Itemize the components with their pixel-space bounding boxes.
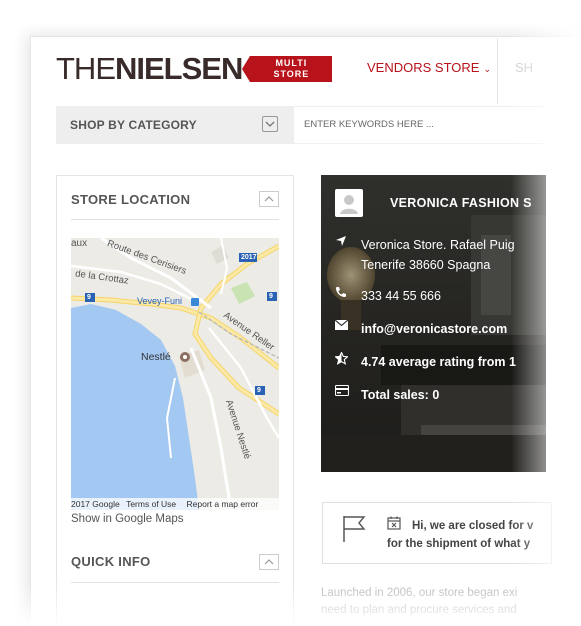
quick-info-title: QUICK INFO [71,554,151,569]
store-email-link[interactable]: info@veronicastore.com [361,319,507,339]
map-road-9a: 9 [87,294,91,301]
shop-by-category-label: SHOP BY CATEGORY [70,118,197,132]
logo-badge-line1: MULTI [275,58,308,68]
chevron-down-icon: ⌄ [483,64,491,74]
calendar-close-icon [387,516,401,535]
store-phone: 333 44 55 666 [335,286,441,306]
logo-thin-text: THE [56,51,116,86]
map-label-aux: aux [71,238,88,249]
shop-by-category[interactable]: SHOP BY CATEGORY [56,106,294,144]
store-avatar [335,189,363,217]
map-copyright: 2017 Google [71,499,120,509]
nav-shop[interactable]: SH [515,60,533,75]
nav-vendors-store[interactable]: VENDORS STORE ⌄ [367,60,491,75]
vacation-notice-line2: for the shipment of what y [387,538,531,550]
store-description: Launched in 2006, our store began exi ne… [321,585,551,619]
flag-icon [342,515,368,548]
store-email[interactable]: info@veronicastore.com [334,319,507,339]
store-name: VERONICA FASHION S [390,196,532,210]
search-bar [294,106,544,144]
store-header-card: VERONICA FASHION S Veronica Store. Rafae… [321,175,546,472]
store-location-title: STORE LOCATION [71,192,191,207]
chevron-down-icon[interactable] [262,116,278,132]
store-address-line2: Tenerife 38660 Spagna [361,258,491,272]
store-address: Veronica Store. Rafael Puig Tenerife 386… [335,235,515,275]
vacation-notice-line1: Hi, we are closed for v [412,520,534,532]
map-road-2017: 2017 [241,254,257,261]
store-description-line1: Launched in 2006, our store began exi [321,587,518,599]
collapse-toggle-icon[interactable] [259,554,279,570]
store-sales-text: Total sales: 0 [361,388,440,402]
map-label-vevey: Vevey-Funi [137,296,183,306]
vacation-notice: Hi, we are closed for v for the shipment… [322,502,552,564]
store-map[interactable]: aux Route des Cerisiers de la Crottaz Ve… [71,238,279,510]
credit-card-icon [334,384,361,399]
logo-wordmark: THENIELSEN [56,51,243,86]
store-sales: Total sales: 0 [334,384,440,405]
logo-bold-text: NIELSEN [115,51,243,86]
show-in-google-maps-link[interactable]: Show in Google Maps [71,513,184,525]
nav-vendors-label: VENDORS STORE [367,60,480,75]
store-address-text: Veronica Store. Rafael Puig Tenerife 386… [361,235,515,275]
star-half-icon [334,351,361,368]
map-report-link[interactable]: Report a map error [187,499,259,509]
divider [71,582,279,583]
logo-badge-line2: STORE [273,69,310,79]
logo-badge: MULTI STORE [242,56,333,82]
nav-divider [497,38,498,104]
envelope-icon [334,319,361,333]
map-label-nestle: Nestlé [141,351,171,363]
divider [71,219,279,220]
sidebar-panel: STORE LOCATION aux Route des Cerisiers d… [56,175,294,626]
phone-icon [335,286,361,301]
store-rating: 4.74 average rating from 1 [334,351,516,372]
store-rating-text: 4.74 average rating from 1 [361,355,516,369]
location-arrow-icon [335,235,361,250]
store-phone-text: 333 44 55 666 [361,289,441,303]
search-input[interactable] [304,119,534,130]
map-road-9c: 9 [269,293,273,300]
map-footer: 2017 Google Terms of Use Report a map er… [71,498,279,510]
store-address-line1: Veronica Store. Rafael Puig [361,238,515,252]
map-terms-link[interactable]: Terms of Use [126,499,176,509]
store-logo[interactable]: THENIELSEN MULTI STORE [56,51,333,86]
collapse-toggle-icon[interactable] [259,191,279,207]
map-road-9b: 9 [257,387,261,394]
store-description-line2: need to plan and procure services and [321,604,517,616]
